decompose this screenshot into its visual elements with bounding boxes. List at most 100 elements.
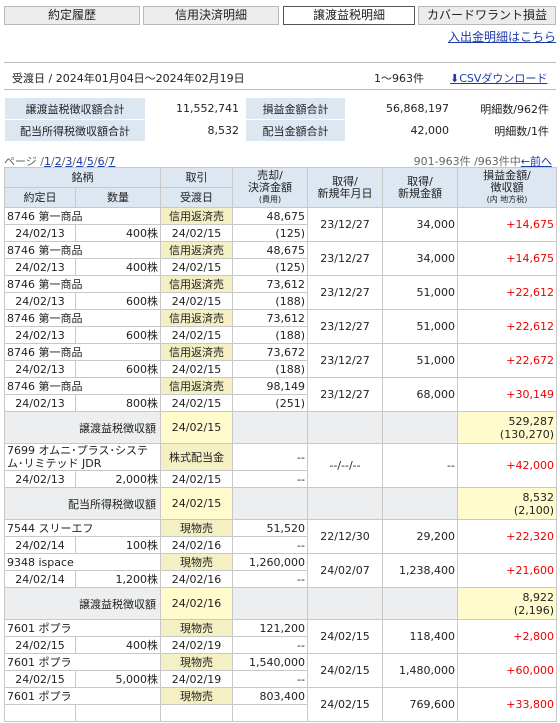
pager: ページ /1/2/3/4/5/6/7 901-963件 /963件中←前へ (4, 153, 556, 168)
trade-kind: 信用返済売 (160, 207, 233, 225)
pl-amount: +30,149 (457, 377, 557, 412)
trade-kind: 信用返済売 (160, 309, 233, 327)
tax-amount: 8,922 (2,196) (457, 587, 557, 620)
acq-amount: 68,000 (382, 377, 458, 412)
fee-amount: -- (232, 470, 308, 488)
quantity: 600株 (75, 292, 161, 310)
quantity: 100株 (75, 536, 161, 554)
quantity: 400株 (75, 258, 161, 276)
table-row: 8746 第一商品 信用返済売 73,672 23/12/27 51,000 +22,67… (4, 343, 557, 378)
sell-amount: 73,672 (232, 343, 308, 361)
pl-amount: +33,800 (457, 687, 557, 722)
acq-date: 24/02/15 (307, 653, 383, 688)
tab-bar: 約定履歴 信用決済明細 譲渡益税明細 カバードワラント損益 (0, 0, 560, 27)
tab-margin-settlement[interactable]: 信用決済明細 (143, 6, 279, 25)
pl-amount: +22,612 (457, 275, 557, 310)
summary-value: 11,552,741 (145, 97, 246, 120)
sell-amount: 1,540,000 (232, 653, 308, 671)
contract-date: 24/02/13 (4, 224, 76, 242)
spacer (307, 587, 383, 620)
acq-amount: 29,200 (382, 519, 458, 554)
quantity: 400株 (75, 224, 161, 242)
acq-date: 23/12/27 (307, 343, 383, 378)
col-settle-date: 受渡日 (160, 187, 233, 208)
sell-amount: -- (232, 443, 308, 471)
tax-summary-label: 配当所得税徴収額 (4, 487, 161, 520)
sell-amount: 48,675 (232, 207, 308, 225)
pl-amount: +22,672 (457, 343, 557, 378)
contract-date: 24/02/15 (4, 670, 76, 688)
acq-amount: 51,000 (382, 343, 458, 378)
contract-date: 24/02/14 (4, 570, 76, 588)
pl-amount: +21,600 (457, 553, 557, 588)
settle-date: 24/02/15 (160, 224, 233, 242)
trade-kind: 現物売 (160, 653, 233, 671)
period-label: 受渡日 / 2024年01月04日～2024年02月19日 (12, 72, 245, 85)
spacer (307, 487, 383, 520)
deposit-link[interactable]: 入出金明細はこちら (448, 28, 556, 45)
tab-covered-warrant[interactable]: カバードワラント損益 (418, 6, 556, 25)
acq-date: 23/12/27 (307, 275, 383, 310)
summary-value: 56,868,197 (345, 97, 456, 120)
trade-kind: 株式配当金 (160, 443, 233, 471)
sell-amount: 51,520 (232, 519, 308, 537)
settle-date: 24/02/16 (160, 536, 233, 554)
col-contract-date: 約定日 (4, 187, 76, 208)
quantity: 2,000株 (75, 470, 161, 488)
tax-settle-date: 24/02/15 (160, 411, 233, 444)
spacer (382, 487, 458, 520)
fee-amount (232, 704, 308, 722)
spacer (307, 411, 383, 444)
summary-label: 損益金額合計 (245, 97, 346, 120)
contract-date: 24/02/13 (4, 292, 76, 310)
summary-count: 明細数/962件 (455, 97, 556, 120)
table-row: 8746 第一商品 信用返済売 73,612 23/12/27 51,000 +22,61… (4, 309, 557, 344)
summary-value: 42,000 (345, 119, 456, 142)
settle-date: 24/02/19 (160, 670, 233, 688)
trade-kind: 信用返済売 (160, 241, 233, 259)
trade-kind: 信用返済売 (160, 377, 233, 395)
sell-amount: 73,612 (232, 309, 308, 327)
col-acq-date: 取得/ 新規年月日 (307, 167, 383, 208)
fee-amount: (188) (232, 292, 308, 310)
acq-date: 23/12/27 (307, 377, 383, 412)
trade-kind: 現物売 (160, 619, 233, 637)
fee-amount: (251) (232, 394, 308, 412)
acq-date: 24/02/15 (307, 687, 383, 722)
sell-amount: 121,200 (232, 619, 308, 637)
acq-date: 24/02/07 (307, 553, 383, 588)
range-label: 1～963件 (374, 72, 424, 85)
sell-amount: 98,149 (232, 377, 308, 395)
trade-kind: 信用返済売 (160, 343, 233, 361)
spacer (232, 411, 308, 444)
tax-summary-row: 配当所得税徴収額 24/02/15 8,532 (2,100) (4, 487, 557, 520)
brand-name: 8746 第一商品 (4, 241, 161, 259)
brand-name: 7544 スリーエフ (4, 519, 161, 537)
pl-amount: +22,612 (457, 309, 557, 344)
col-brand: 銘柄 (4, 167, 161, 188)
col-sell: 売却/ 決済金額 (費用) (232, 167, 308, 208)
sell-amount: 73,612 (232, 275, 308, 293)
tab-capital-gains-tax[interactable]: 譲渡益税明細 (283, 6, 415, 25)
pl-amount: +60,000 (457, 653, 557, 688)
tax-amount: 529,287 (130,270) (457, 411, 557, 444)
acq-date: 24/02/15 (307, 619, 383, 654)
pl-amount: +14,675 (457, 207, 557, 242)
summary-label: 配当金額合計 (245, 119, 346, 142)
table-row: 8746 第一商品 信用返済売 48,675 23/12/27 34,000 +14,67… (4, 241, 557, 276)
acq-amount: 34,000 (382, 241, 458, 276)
quantity: 1,200株 (75, 570, 161, 588)
settle-date: 24/02/15 (160, 470, 233, 488)
settle-date (160, 704, 233, 722)
acq-date: 23/12/27 (307, 309, 383, 344)
table-row: 8746 第一商品 信用返済売 73,612 23/12/27 51,000 +22,61… (4, 275, 557, 310)
fee-amount: -- (232, 636, 308, 654)
tax-settle-date: 24/02/16 (160, 587, 233, 620)
acq-amount: -- (382, 443, 458, 488)
csv-download-link[interactable]: ⬇CSVダウンロード (450, 70, 547, 86)
contract-date: 24/02/13 (4, 258, 76, 276)
pl-amount: +14,675 (457, 241, 557, 276)
period-bar: 受渡日 / 2024年01月04日～2024年02月19日 1～963件 ⬇CS… (4, 62, 556, 90)
tab-contract-history[interactable]: 約定履歴 (4, 6, 140, 25)
quantity: 400株 (75, 636, 161, 654)
